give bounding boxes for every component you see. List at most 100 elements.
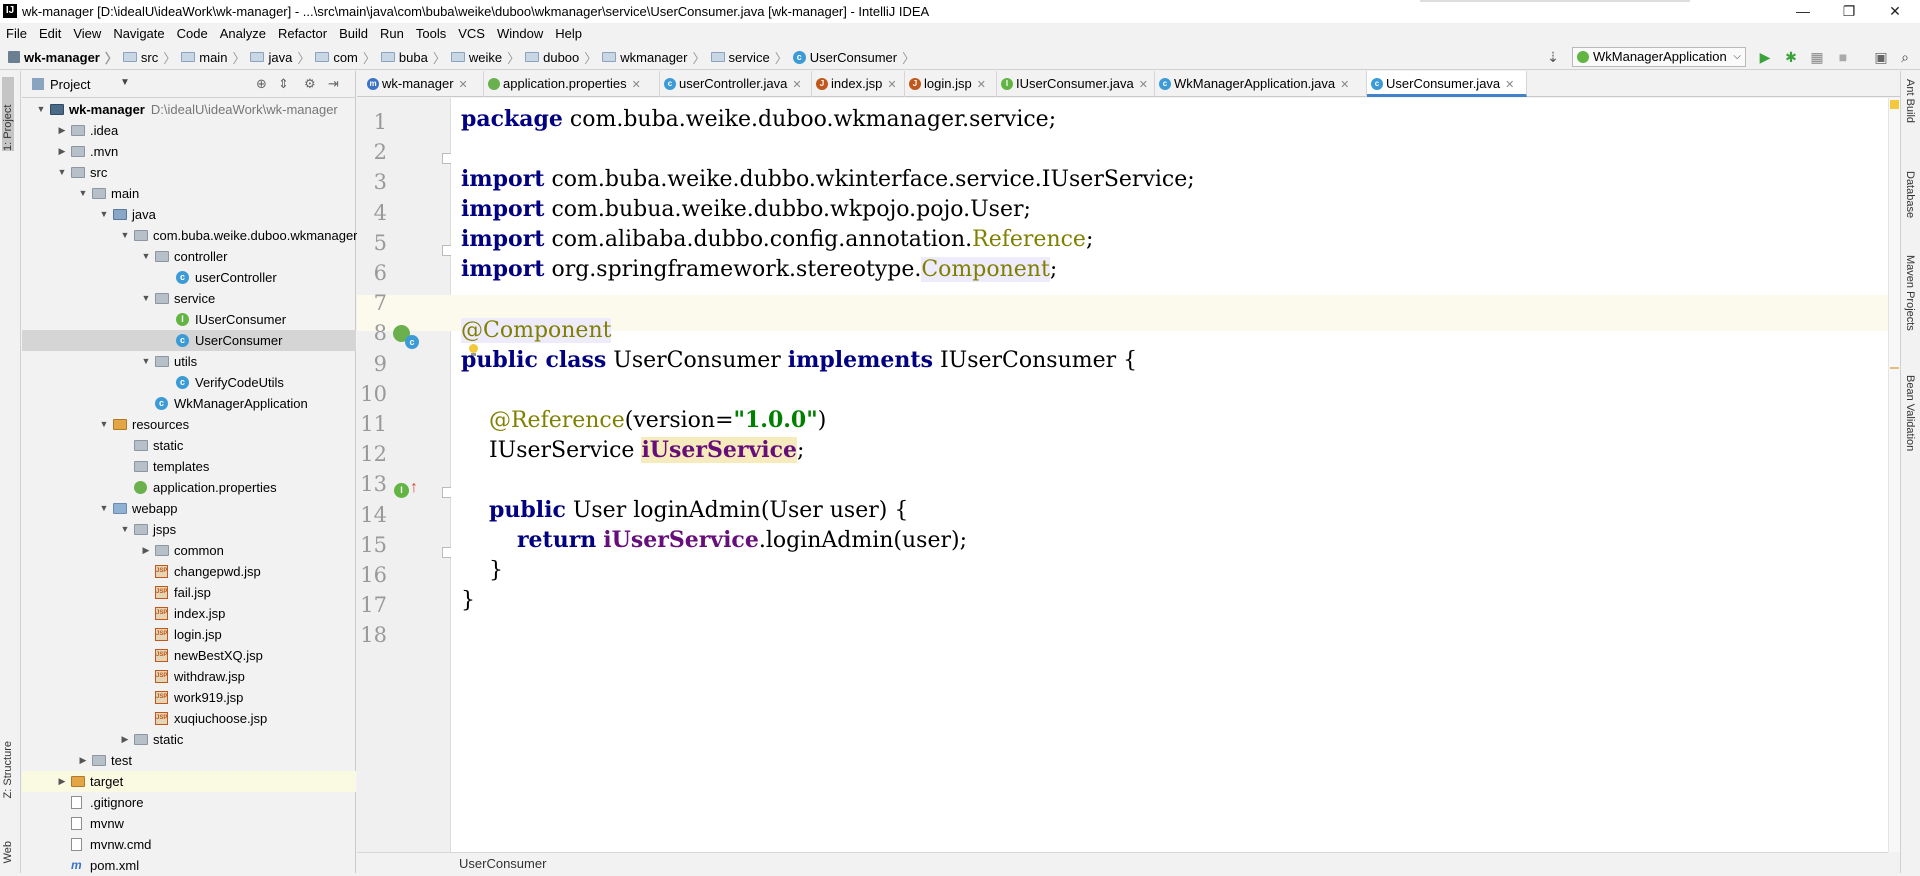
- menu-code[interactable]: Code: [171, 23, 214, 44]
- close-tab-icon[interactable]: ✕: [1340, 79, 1349, 91]
- chevron-right-icon[interactable]: ▶: [120, 729, 130, 750]
- close-tab-icon[interactable]: ✕: [1139, 79, 1148, 91]
- chevron-right-icon[interactable]: ▶: [57, 771, 67, 792]
- chevron-down-icon[interactable]: ▼: [141, 351, 151, 372]
- close-button[interactable]: ✕: [1872, 0, 1918, 23]
- minimize-button[interactable]: —: [1780, 0, 1826, 23]
- chevron-down-icon[interactable]: ▼: [78, 183, 88, 204]
- chevron-down-icon[interactable]: ▼: [57, 162, 67, 183]
- tool-tab-database[interactable]: Database: [1904, 171, 1916, 218]
- close-tab-icon[interactable]: ✕: [977, 79, 986, 91]
- tree-item-utils[interactable]: ▼ utils: [22, 351, 356, 372]
- collapse-all-icon[interactable]: ⇕: [278, 76, 289, 92]
- chevron-down-icon[interactable]: ▼: [141, 246, 151, 267]
- debug-icon[interactable]: ✱: [1782, 48, 1800, 66]
- tree-item-service[interactable]: ▼ service: [22, 288, 356, 309]
- tree-item-wk-manager[interactable]: ▼ wk-manager D:\idealU\ideaWork\wk-manager: [22, 99, 356, 120]
- tree-item-idea[interactable]: ▶ .idea: [22, 120, 356, 141]
- tree-item-src[interactable]: ▼ src: [22, 162, 356, 183]
- chevron-down-icon[interactable]: ▼: [120, 225, 130, 246]
- implements-method-icon[interactable]: I: [394, 483, 409, 498]
- tool-tab-project[interactable]: 1: Project: [2, 77, 14, 151]
- tree-item-index-jsp[interactable]: JSP index.jsp: [22, 603, 356, 624]
- project-structure-icon[interactable]: ▣: [1872, 48, 1890, 66]
- tree-item-resources[interactable]: ▼ resources: [22, 414, 356, 435]
- tree-item-target[interactable]: ▶ target: [22, 771, 356, 792]
- breadcrumb-item-weike[interactable]: weike 〉: [450, 48, 525, 67]
- breadcrumb-item-main[interactable]: main 〉: [181, 48, 250, 67]
- tree-item-usercontroller[interactable]: c userController: [22, 267, 356, 288]
- tool-tab-bean-validation[interactable]: Bean Validation: [1904, 375, 1916, 451]
- maximize-button[interactable]: ❐: [1826, 0, 1872, 23]
- run-icon[interactable]: ▶: [1756, 48, 1774, 66]
- tree-item-mvnw-cmd[interactable]: mvnw.cmd: [22, 834, 356, 855]
- breadcrumb-item-java[interactable]: java 〉: [250, 48, 315, 67]
- build-project-icon[interactable]: ⇣: [1544, 48, 1562, 66]
- chevron-right-icon[interactable]: ▶: [57, 141, 67, 162]
- tab-application-properties[interactable]: application.properties ✕: [484, 71, 660, 97]
- scroll-mark[interactable]: [1890, 367, 1899, 369]
- tab-iuserconsumer-java[interactable]: I IUserConsumer.java ✕: [997, 71, 1155, 97]
- tree-item-newbestxq-jsp[interactable]: JSP newBestXQ.jsp: [22, 645, 356, 666]
- tree-item-controller[interactable]: ▼ controller: [22, 246, 356, 267]
- menu-analyze[interactable]: Analyze: [214, 23, 272, 44]
- tab-login-jsp[interactable]: Jlogin.jsp ✕: [905, 71, 997, 97]
- breadcrumb-item-src[interactable]: src 〉: [122, 48, 181, 67]
- tool-tab-maven-projects[interactable]: Maven Projects: [1904, 255, 1916, 331]
- code-line-17[interactable]: }: [461, 582, 475, 619]
- editor-scrollbar[interactable]: [1888, 98, 1900, 852]
- tree-item-static[interactable]: static: [22, 435, 356, 456]
- code-line-6[interactable]: import org.springframework.stereotype.Co…: [461, 251, 1057, 288]
- code-line-9[interactable]: public class UserConsumer implements IUs…: [461, 342, 1137, 379]
- tree-item-application-properties[interactable]: application.properties: [22, 477, 356, 498]
- tree-item-common[interactable]: ▶ common: [22, 540, 356, 561]
- run-configuration-select[interactable]: WkManagerApplication ⌵: [1572, 47, 1746, 67]
- stop-icon[interactable]: ■: [1834, 48, 1852, 66]
- breadcrumb-item-userconsumer[interactable]: c UserConsumer 〉: [792, 48, 920, 67]
- gear-icon[interactable]: ⚙: [304, 76, 316, 92]
- tree-item-test[interactable]: ▶ test: [22, 750, 356, 771]
- code-editor[interactable]: package com.buba.weike.duboo.wkmanager.s…: [451, 98, 1888, 852]
- menu-build[interactable]: Build: [333, 23, 374, 44]
- tab-wkmanagerapplication-java[interactable]: c WkManagerApplication.java ✕: [1155, 71, 1367, 97]
- code-line-15[interactable]: return iUserService.loginAdmin(user);: [461, 522, 967, 559]
- tree-item-verifycodeutils[interactable]: c VerifyCodeUtils: [22, 372, 356, 393]
- tree-item-changepwd-jsp[interactable]: JSP changepwd.jsp: [22, 561, 356, 582]
- tree-item-webapp[interactable]: ▼ webapp: [22, 498, 356, 519]
- tree-item-xuqiuchoose-jsp[interactable]: JSP xuqiuchoose.jsp: [22, 708, 356, 729]
- chevron-down-icon[interactable]: ▼: [120, 519, 130, 540]
- tree-item-iuserconsumer[interactable]: I IUserConsumer: [22, 309, 356, 330]
- menu-run[interactable]: Run: [374, 23, 410, 44]
- menu-view[interactable]: View: [67, 23, 107, 44]
- menu-vcs[interactable]: VCS: [452, 23, 491, 44]
- tree-item-gitignore[interactable]: .gitignore: [22, 792, 356, 813]
- chevron-down-icon[interactable]: ▼: [99, 498, 109, 519]
- breadcrumb-item-duboo[interactable]: duboo 〉: [525, 48, 602, 67]
- scroll-from-source-icon[interactable]: ⊕: [256, 76, 267, 92]
- tree-item-static[interactable]: ▶ static: [22, 729, 356, 750]
- tool-tab-ant-build[interactable]: Ant Build: [1904, 79, 1916, 123]
- tree-item-mvnw[interactable]: mvnw: [22, 813, 356, 834]
- tree-item-work919-jsp[interactable]: JSP work919.jsp: [22, 687, 356, 708]
- coverage-icon[interactable]: ▦: [1808, 48, 1826, 66]
- menu-navigate[interactable]: Navigate: [107, 23, 170, 44]
- tool-tab-web[interactable]: Web: [2, 841, 14, 863]
- editor-breadcrumb-item[interactable]: UserConsumer: [459, 856, 546, 871]
- hide-panel-icon[interactable]: ⇥: [328, 76, 339, 92]
- tree-item-mvn[interactable]: ▶ .mvn: [22, 141, 356, 162]
- chevron-right-icon[interactable]: ▶: [78, 750, 88, 771]
- tree-item-java[interactable]: ▼ java: [22, 204, 356, 225]
- breadcrumb-item-wkmanager[interactable]: wkmanager 〉: [602, 48, 710, 67]
- tree-item-jsps[interactable]: ▼ jsps: [22, 519, 356, 540]
- project-panel-title[interactable]: Project: [50, 77, 90, 92]
- tree-item-wkmanagerapplication[interactable]: c WkManagerApplication: [22, 393, 356, 414]
- breadcrumb-item-buba[interactable]: buba 〉: [380, 48, 451, 67]
- breadcrumb-item-service[interactable]: service 〉: [710, 48, 793, 67]
- breadcrumb-item-com[interactable]: com 〉: [315, 48, 381, 67]
- menu-help[interactable]: Help: [549, 23, 588, 44]
- close-tab-icon[interactable]: ✕: [632, 79, 641, 91]
- menu-tools[interactable]: Tools: [410, 23, 452, 44]
- close-tab-icon[interactable]: ✕: [459, 79, 468, 91]
- tab-userconsumer-java[interactable]: c UserConsumer.java ✕: [1367, 71, 1527, 97]
- tree-item-fail-jsp[interactable]: JSP fail.jsp: [22, 582, 356, 603]
